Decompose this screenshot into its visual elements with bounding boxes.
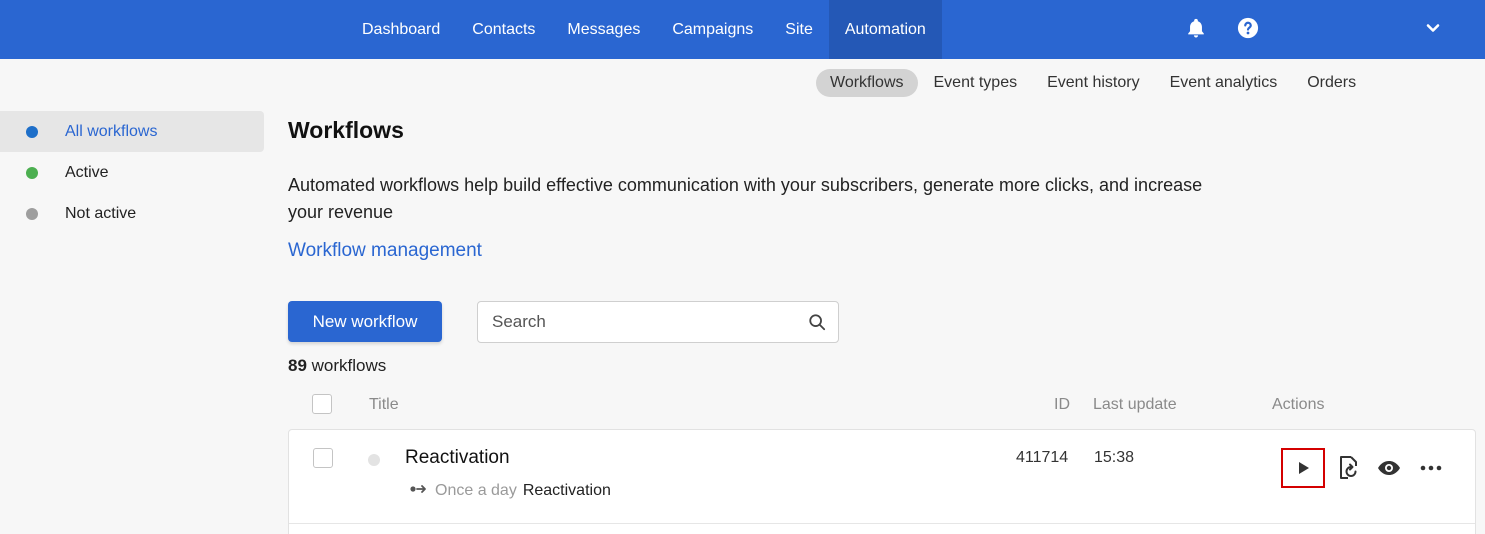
duplicate-button[interactable] xyxy=(1327,448,1371,488)
sidebar-item-label: All workflows xyxy=(65,122,158,140)
status-dot-green xyxy=(26,166,38,179)
more-button[interactable] xyxy=(1409,448,1453,488)
sidebar-item-active[interactable]: Active xyxy=(0,152,264,193)
workflow-management-link[interactable]: Workflow management xyxy=(288,240,482,262)
nav-dashboard[interactable]: Dashboard xyxy=(346,0,456,59)
subnav-event-types[interactable]: Event types xyxy=(920,69,1032,97)
sidebar-item-all-workflows[interactable]: All workflows xyxy=(0,111,264,152)
new-workflow-button[interactable]: New workflow xyxy=(288,301,442,342)
trigger-name: Reactivation xyxy=(522,482,611,499)
workflow-id: 411714 xyxy=(1016,449,1069,466)
nav-messages[interactable]: Messages xyxy=(551,0,656,59)
nav-contacts[interactable]: Contacts xyxy=(456,0,551,59)
subnav-workflows[interactable]: Workflows xyxy=(816,69,918,97)
column-header-title[interactable]: Title xyxy=(369,396,399,414)
column-header-last-update[interactable]: Last update xyxy=(1093,396,1177,414)
page-description: Automated workflows help build effective… xyxy=(288,175,1203,222)
select-all-checkbox[interactable] xyxy=(312,394,332,414)
subnav-event-analytics[interactable]: Event analytics xyxy=(1156,69,1292,97)
nav-automation[interactable]: Automation xyxy=(828,0,942,59)
view-button[interactable] xyxy=(1367,448,1411,488)
page-title: Workflows xyxy=(288,117,404,143)
sidebar-item-label: Not active xyxy=(65,204,137,222)
workflow-count-label: workflows xyxy=(311,356,387,375)
chevron-down-icon[interactable] xyxy=(1421,16,1445,40)
subnav-event-history[interactable]: Event history xyxy=(1033,69,1153,97)
workflow-count: 89 workflows xyxy=(288,356,386,376)
trigger-arrow-icon xyxy=(409,482,429,500)
subnav-orders[interactable]: Orders xyxy=(1293,69,1370,97)
column-header-id[interactable]: ID xyxy=(1054,396,1070,414)
status-dot-grey xyxy=(26,207,38,220)
top-navbar: Dashboard Contacts Messages Campaigns Si… xyxy=(0,0,1485,59)
search-box xyxy=(477,301,839,343)
row-divider xyxy=(289,523,1475,524)
search-icon[interactable] xyxy=(808,313,826,336)
nav-campaigns[interactable]: Campaigns xyxy=(656,0,769,59)
more-icon xyxy=(1420,465,1442,471)
table-row[interactable]: Reactivation Once a day Reactivation 411… xyxy=(288,429,1476,534)
play-button[interactable] xyxy=(1281,448,1325,488)
trigger-label: Once a day xyxy=(435,482,517,499)
bell-icon[interactable] xyxy=(1184,16,1208,40)
main-nav: Dashboard Contacts Messages Campaigns Si… xyxy=(346,0,942,59)
workflow-count-number: 89 xyxy=(288,356,307,375)
workflow-last-update: 15:38 xyxy=(1094,449,1135,466)
sub-nav: Workflows Event types Event history Even… xyxy=(816,69,1370,97)
status-dot-blue xyxy=(26,125,38,138)
help-icon[interactable] xyxy=(1236,16,1260,40)
nav-site[interactable]: Site xyxy=(769,0,829,59)
eye-icon xyxy=(1378,461,1400,475)
workflow-title[interactable]: Reactivation xyxy=(405,447,510,469)
workflow-trigger: Once a day Reactivation xyxy=(409,482,611,500)
duplicate-icon xyxy=(1340,456,1357,479)
column-header-actions: Actions xyxy=(1272,396,1325,413)
sidebar-item-label: Active xyxy=(65,163,109,181)
sidebar-item-not-active[interactable]: Not active xyxy=(0,193,264,234)
play-icon xyxy=(1299,462,1309,474)
status-dot xyxy=(368,454,380,466)
row-checkbox[interactable] xyxy=(313,448,333,468)
search-input[interactable] xyxy=(492,302,792,342)
